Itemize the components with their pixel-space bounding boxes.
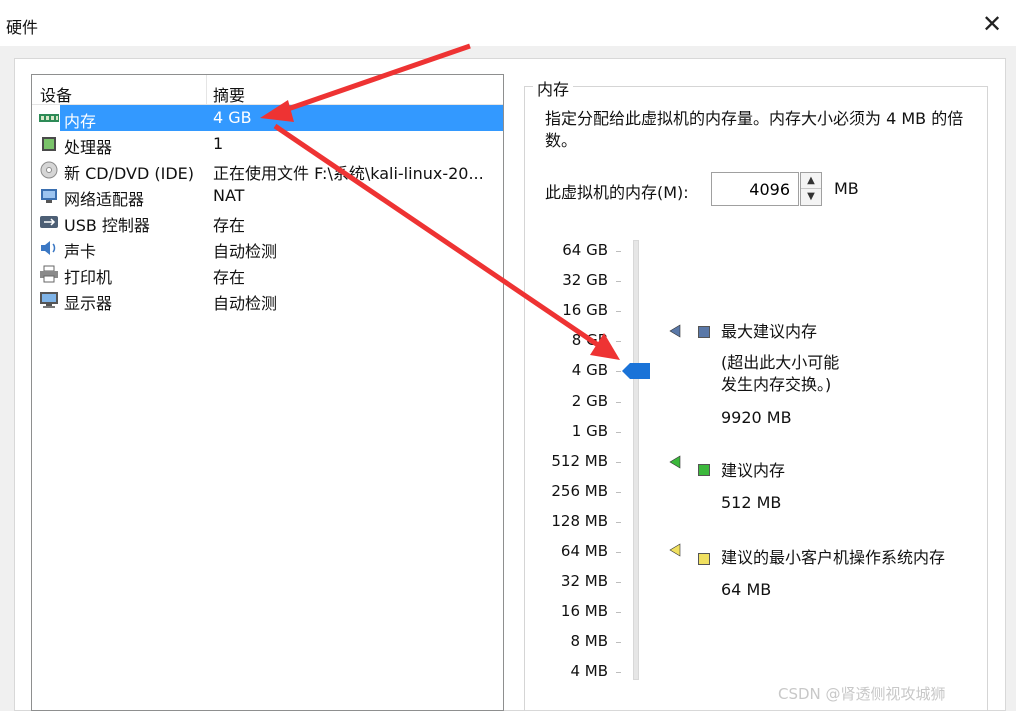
column-header-summary[interactable]: 摘要 — [213, 82, 245, 106]
spin-up-button[interactable]: ▲ — [801, 173, 821, 189]
memory-field-label: 此虚拟机的内存(M): — [545, 183, 689, 202]
scale-tick-label: 16 GB — [562, 301, 608, 320]
device-name: USB 控制器 — [64, 216, 150, 235]
scale-tick-label: 16 MB — [560, 602, 608, 621]
device-row-usb-controller[interactable]: USB 控制器 存在 — [32, 209, 503, 235]
device-row-network-adapter[interactable]: 网络适配器 NAT — [32, 183, 503, 209]
device-summary: 正在使用文件 F:\系统\kali-linux-20... — [213, 164, 484, 183]
device-summary: 自动检测 — [213, 242, 278, 261]
max-recommended-swatch — [698, 326, 710, 338]
device-name: 处理器 — [64, 138, 113, 157]
scale-tick-label: 64 MB — [560, 542, 608, 560]
scale-tick-mark — [616, 582, 621, 584]
device-summary: 4 GB — [213, 108, 252, 127]
scale-tick-mark — [616, 612, 621, 614]
device-name: 网络适配器 — [64, 190, 145, 209]
device-summary: 存在 — [213, 268, 246, 287]
device-name: 显示器 — [64, 294, 113, 313]
device-summary: NAT — [213, 186, 245, 205]
spin-down-button[interactable]: ▼ — [801, 189, 821, 205]
device-row-processor[interactable]: 处理器 1 — [32, 131, 503, 157]
scale-tick-mark — [616, 401, 621, 403]
min-guest-os-value: 64 MB — [721, 580, 772, 599]
device-row-display[interactable]: 显示器 自动检测 — [32, 287, 503, 313]
memory-group-title: 内存 — [533, 76, 574, 100]
device-name: 新 CD/DVD (IDE) — [64, 164, 194, 183]
device-name: 声卡 — [64, 242, 97, 261]
title-bar: 硬件 ✕ — [0, 0, 1016, 46]
scale-tick-label: 512 MB — [551, 451, 608, 470]
recommended-value: 512 MB — [721, 493, 782, 512]
device-summary: 自动检测 — [213, 294, 278, 313]
min-guest-os-swatch — [698, 553, 710, 565]
scale-tick-mark — [616, 281, 621, 283]
memory-description: 指定分配给此虚拟机的内存量。内存大小必须为 4 MB 的倍数。 — [545, 109, 964, 150]
speaker-icon — [41, 241, 56, 255]
scale-tick-label: 4 MB — [570, 662, 608, 681]
min-guest-os-marker-icon — [669, 543, 681, 557]
memory-icon — [39, 114, 59, 122]
memory-spinner[interactable]: ▲ ▼ — [800, 172, 822, 206]
scale-tick-label: 2 GB — [571, 391, 608, 410]
max-recommended-note-line2: 发生内存交换。) — [721, 375, 832, 394]
device-list[interactable]: 设备 摘要 内存 4 GB 处理器 1 新 CD/DVD (IDE) 正在使用文… — [31, 74, 504, 711]
processor-icon — [42, 137, 56, 151]
scale-tick-label: 1 GB — [571, 421, 608, 440]
scale-tick-mark — [616, 552, 621, 553]
max-recommended-note-line1: (超出此大小可能 — [721, 353, 840, 372]
scale-tick-label: 4 GB — [571, 361, 608, 380]
device-row-sound-card[interactable]: 声卡 自动检测 — [32, 235, 503, 261]
max-recommended-value: 9920 MB — [721, 408, 792, 427]
memory-unit-label: MB — [834, 179, 859, 198]
device-name: 打印机 — [64, 268, 113, 287]
window-title: 硬件 — [6, 18, 39, 37]
scale-tick-mark — [616, 491, 621, 493]
device-summary: 存在 — [213, 216, 246, 235]
column-header-device[interactable]: 设备 — [40, 82, 72, 106]
cd-dvd-icon — [40, 161, 58, 179]
scale-tick-mark — [616, 521, 621, 523]
scale-tick-label: 32 GB — [562, 271, 608, 290]
memory-slider-track[interactable] — [633, 240, 639, 680]
scale-tick-mark — [616, 461, 621, 463]
scale-tick-mark — [616, 341, 621, 343]
scale-tick-label: 32 MB — [560, 572, 608, 591]
network-adapter-icon — [41, 189, 57, 203]
recommended-title: 建议内存 — [721, 461, 786, 480]
max-recommended-marker-icon — [669, 324, 681, 338]
usb-icon — [40, 216, 58, 228]
scale-tick-label: 8 MB — [570, 632, 608, 651]
selection-highlight — [60, 105, 503, 131]
recommended-swatch — [698, 464, 710, 476]
min-guest-os-title: 建议的最小客户机操作系统内存 — [721, 548, 946, 567]
max-recommended-title: 最大建议内存 — [721, 322, 818, 341]
scale-tick-mark — [616, 642, 621, 644]
scale-tick-label: 64 GB — [562, 241, 608, 259]
device-list-header: 设备 摘要 — [32, 75, 503, 105]
device-name: 内存 — [64, 112, 97, 131]
scale-tick-label: 128 MB — [551, 511, 608, 530]
scale-tick-mark — [616, 311, 621, 313]
column-divider[interactable] — [206, 75, 207, 105]
device-row-cd-dvd[interactable]: 新 CD/DVD (IDE) 正在使用文件 F:\系统\kali-linux-2… — [32, 157, 503, 183]
scale-tick-label: 256 MB — [551, 481, 608, 500]
watermark: CSDN @肾透侧视攻城狮 — [778, 685, 946, 703]
scale-tick-mark — [616, 672, 621, 674]
device-row-printer[interactable]: 打印机 存在 — [32, 261, 503, 287]
monitor-icon — [40, 292, 58, 308]
memory-size-input[interactable] — [711, 172, 799, 206]
memory-slider-thumb[interactable] — [621, 362, 651, 380]
device-row-memory[interactable]: 内存 4 GB — [32, 105, 503, 131]
scale-tick-mark — [616, 431, 621, 433]
recommended-marker-icon — [669, 455, 681, 469]
device-summary: 1 — [213, 134, 224, 153]
scale-tick-mark — [616, 251, 621, 252]
printer-icon — [40, 265, 58, 283]
scale-tick-label: 8 GB — [571, 331, 608, 350]
close-button[interactable]: ✕ — [976, 8, 1008, 40]
